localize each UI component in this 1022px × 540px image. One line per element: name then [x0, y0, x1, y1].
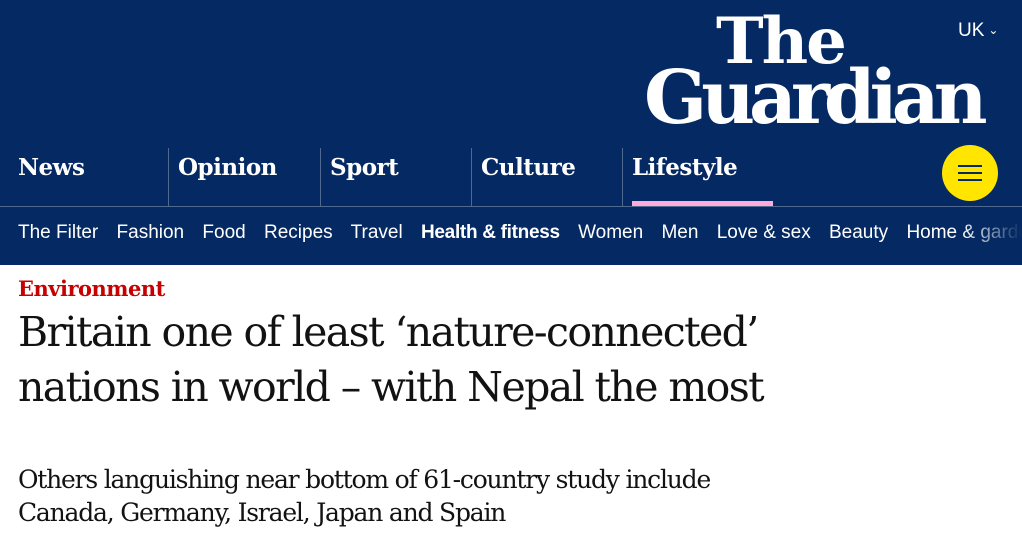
subnav-fade	[962, 208, 1022, 265]
section-link[interactable]: Environment	[18, 276, 165, 301]
subnav-travel[interactable]: Travel	[351, 222, 403, 243]
headline-line-2: nations in world – with Nepal the most	[18, 363, 765, 411]
pillar-lifestyle-label: Lifestyle	[632, 154, 738, 181]
headline-line-1: Britain one of least ‘nature-connected’	[18, 308, 759, 356]
pillar-nav: News Opinion Sport Culture Lifestyle	[0, 148, 1022, 206]
lifestyle-subnav: The Filter Fashion Food Recipes Travel H…	[18, 222, 1022, 244]
standfirst: Others languishing near bottom of 61-cou…	[18, 463, 818, 529]
subnav-women[interactable]: Women	[578, 222, 643, 243]
logo-line-2: Guardian	[644, 55, 988, 141]
subnav-love-sex[interactable]: Love & sex	[717, 222, 811, 243]
pillar-culture-label: Culture	[481, 154, 576, 181]
standfirst-line-2: Canada, Germany, Israel, Japan and Spain	[18, 498, 506, 527]
masthead: UK ⌄ The Guardian News Opinion Sport Cult…	[0, 0, 1022, 265]
subnav-health-fitness[interactable]: Health & fitness	[421, 222, 560, 243]
menu-button[interactable]	[942, 145, 998, 201]
subnav-men[interactable]: Men	[661, 222, 698, 243]
subnav-the-filter[interactable]: The Filter	[18, 222, 98, 243]
pillar-sport[interactable]: Sport	[320, 148, 471, 206]
subnav-beauty[interactable]: Beauty	[829, 222, 888, 243]
pillar-news-label: News	[18, 154, 85, 181]
pillar-news[interactable]: News	[9, 148, 169, 206]
nav-divider	[0, 206, 1022, 207]
subnav-food[interactable]: Food	[202, 222, 245, 243]
hamburger-menu-icon-bar	[958, 179, 982, 181]
hamburger-menu-icon-bar	[958, 172, 982, 174]
pillar-opinion[interactable]: Opinion	[168, 148, 320, 206]
guardian-logo[interactable]: The Guardian	[644, 6, 1004, 141]
standfirst-line-1: Others languishing near bottom of 61-cou…	[18, 465, 711, 494]
hamburger-menu-icon	[958, 165, 982, 167]
pillar-culture[interactable]: Culture	[471, 148, 622, 206]
pillar-sport-label: Sport	[330, 154, 399, 181]
pillar-lifestyle[interactable]: Lifestyle	[622, 148, 773, 206]
pillar-opinion-label: Opinion	[178, 154, 277, 181]
subnav-recipes[interactable]: Recipes	[264, 222, 333, 243]
subnav-fashion[interactable]: Fashion	[117, 222, 185, 243]
headline: Britain one of least ‘nature-connected’ …	[18, 305, 918, 415]
